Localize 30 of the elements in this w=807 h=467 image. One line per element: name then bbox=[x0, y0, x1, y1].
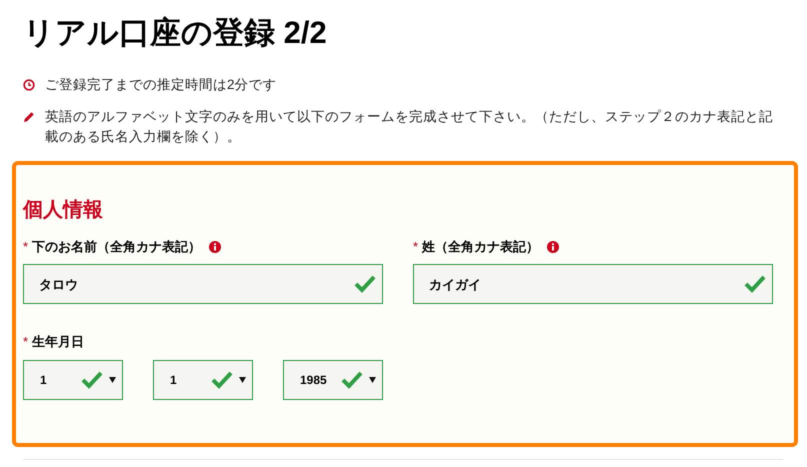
text-field[interactable]: タロウ bbox=[23, 264, 383, 304]
checkmark-icon bbox=[81, 370, 103, 389]
date-select[interactable]: 1 bbox=[153, 360, 253, 400]
dropdown-arrow-icon bbox=[239, 376, 246, 383]
pencil-icon bbox=[23, 110, 35, 123]
field-label: 姓（全角カナ表記） bbox=[422, 238, 540, 256]
checkmark-icon bbox=[211, 370, 233, 389]
clock-icon bbox=[23, 78, 35, 91]
checkmark-icon bbox=[341, 370, 363, 389]
select-value: 1 bbox=[40, 372, 47, 389]
field-label: 生年月日 bbox=[32, 333, 84, 352]
required-asterisk: * bbox=[413, 238, 418, 256]
required-asterisk: * bbox=[23, 333, 28, 352]
page-title: リアル口座の登録 2/2 bbox=[23, 14, 328, 52]
field-value: タロウ bbox=[39, 276, 78, 294]
dropdown-arrow-icon bbox=[369, 376, 376, 383]
note-text: ご登録完了までの推定時間は2分です bbox=[45, 76, 277, 94]
note-text: 英語のアルファベット文字のみを用いて以下のフォームを完成させて下さい。（ただし、ステップ２のカナ表記と記載のある氏名入力欄を除く）。 bbox=[45, 108, 774, 146]
date-select[interactable]: 1985 bbox=[283, 360, 383, 400]
field-value: カイガイ bbox=[429, 276, 481, 294]
checkmark-icon bbox=[354, 275, 376, 294]
date-select[interactable]: 1 bbox=[23, 360, 123, 400]
section-heading: 個人情報 bbox=[23, 198, 104, 223]
text-field[interactable]: カイガイ bbox=[413, 264, 773, 304]
select-value: 1985 bbox=[300, 372, 327, 389]
select-value: 1 bbox=[170, 372, 177, 389]
required-asterisk: * bbox=[23, 238, 28, 256]
field-label: 下のお名前（全角カナ表記） bbox=[32, 238, 202, 256]
checkmark-icon bbox=[744, 275, 766, 294]
dropdown-arrow-icon bbox=[109, 376, 116, 383]
